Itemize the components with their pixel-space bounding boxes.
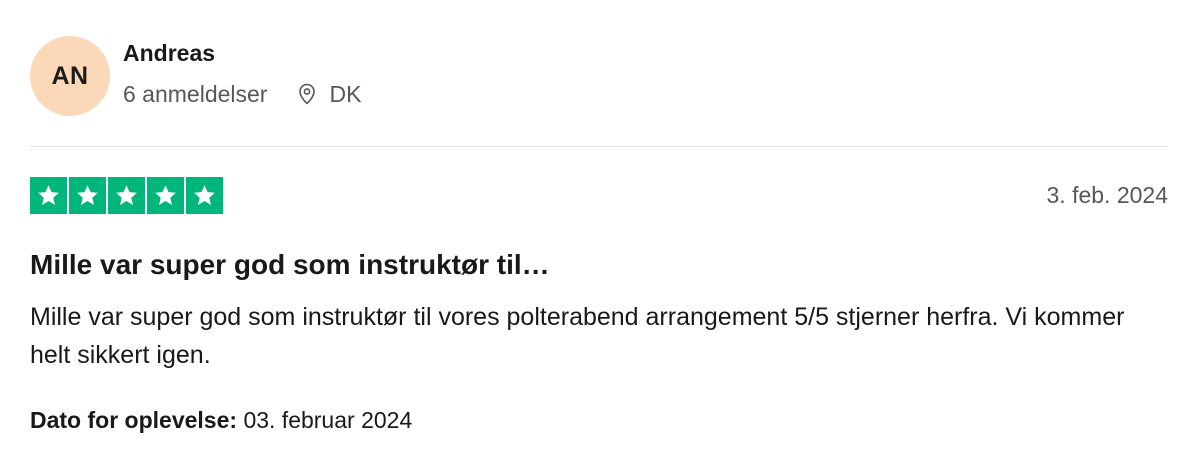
star-icon [147, 177, 184, 214]
star-icon [108, 177, 145, 214]
review-title[interactable]: Mille var super god som instruktør til… [30, 248, 550, 282]
consumer-meta: 6 anmeldelser DK [123, 80, 361, 108]
consumer-header: AN Andreas 6 anmeldelser DK [30, 36, 1168, 116]
rating-row: 3. feb. 2024 [30, 177, 1168, 214]
star-icon [186, 177, 223, 214]
avatar-initials: AN [51, 61, 89, 90]
consumer-location: DK [295, 80, 361, 108]
consumer-country: DK [329, 80, 362, 107]
review-date: 3. feb. 2024 [1046, 182, 1169, 208]
avatar[interactable]: AN [30, 36, 110, 116]
star-icon [30, 177, 67, 214]
review-body: Mille var super god som instruktør til v… [30, 303, 1125, 369]
divider [30, 146, 1168, 147]
location-pin-icon [299, 83, 316, 104]
experience-date-label: Dato for oplevelse: [30, 407, 238, 433]
consumer-name[interactable]: Andreas [123, 39, 361, 67]
experience-date-value: 03. februar 2024 [243, 407, 413, 433]
consumer-info: Andreas 6 anmeldelser DK [123, 40, 361, 108]
star-rating [30, 177, 223, 214]
review-card: AN Andreas 6 anmeldelser DK 3. feb. 2024… [30, 36, 1168, 436]
reviews-count: 6 anmeldelser [123, 80, 268, 107]
star-icon [69, 177, 106, 214]
experience-date: Dato for oplevelse: 03. februar 2024 [30, 406, 412, 434]
